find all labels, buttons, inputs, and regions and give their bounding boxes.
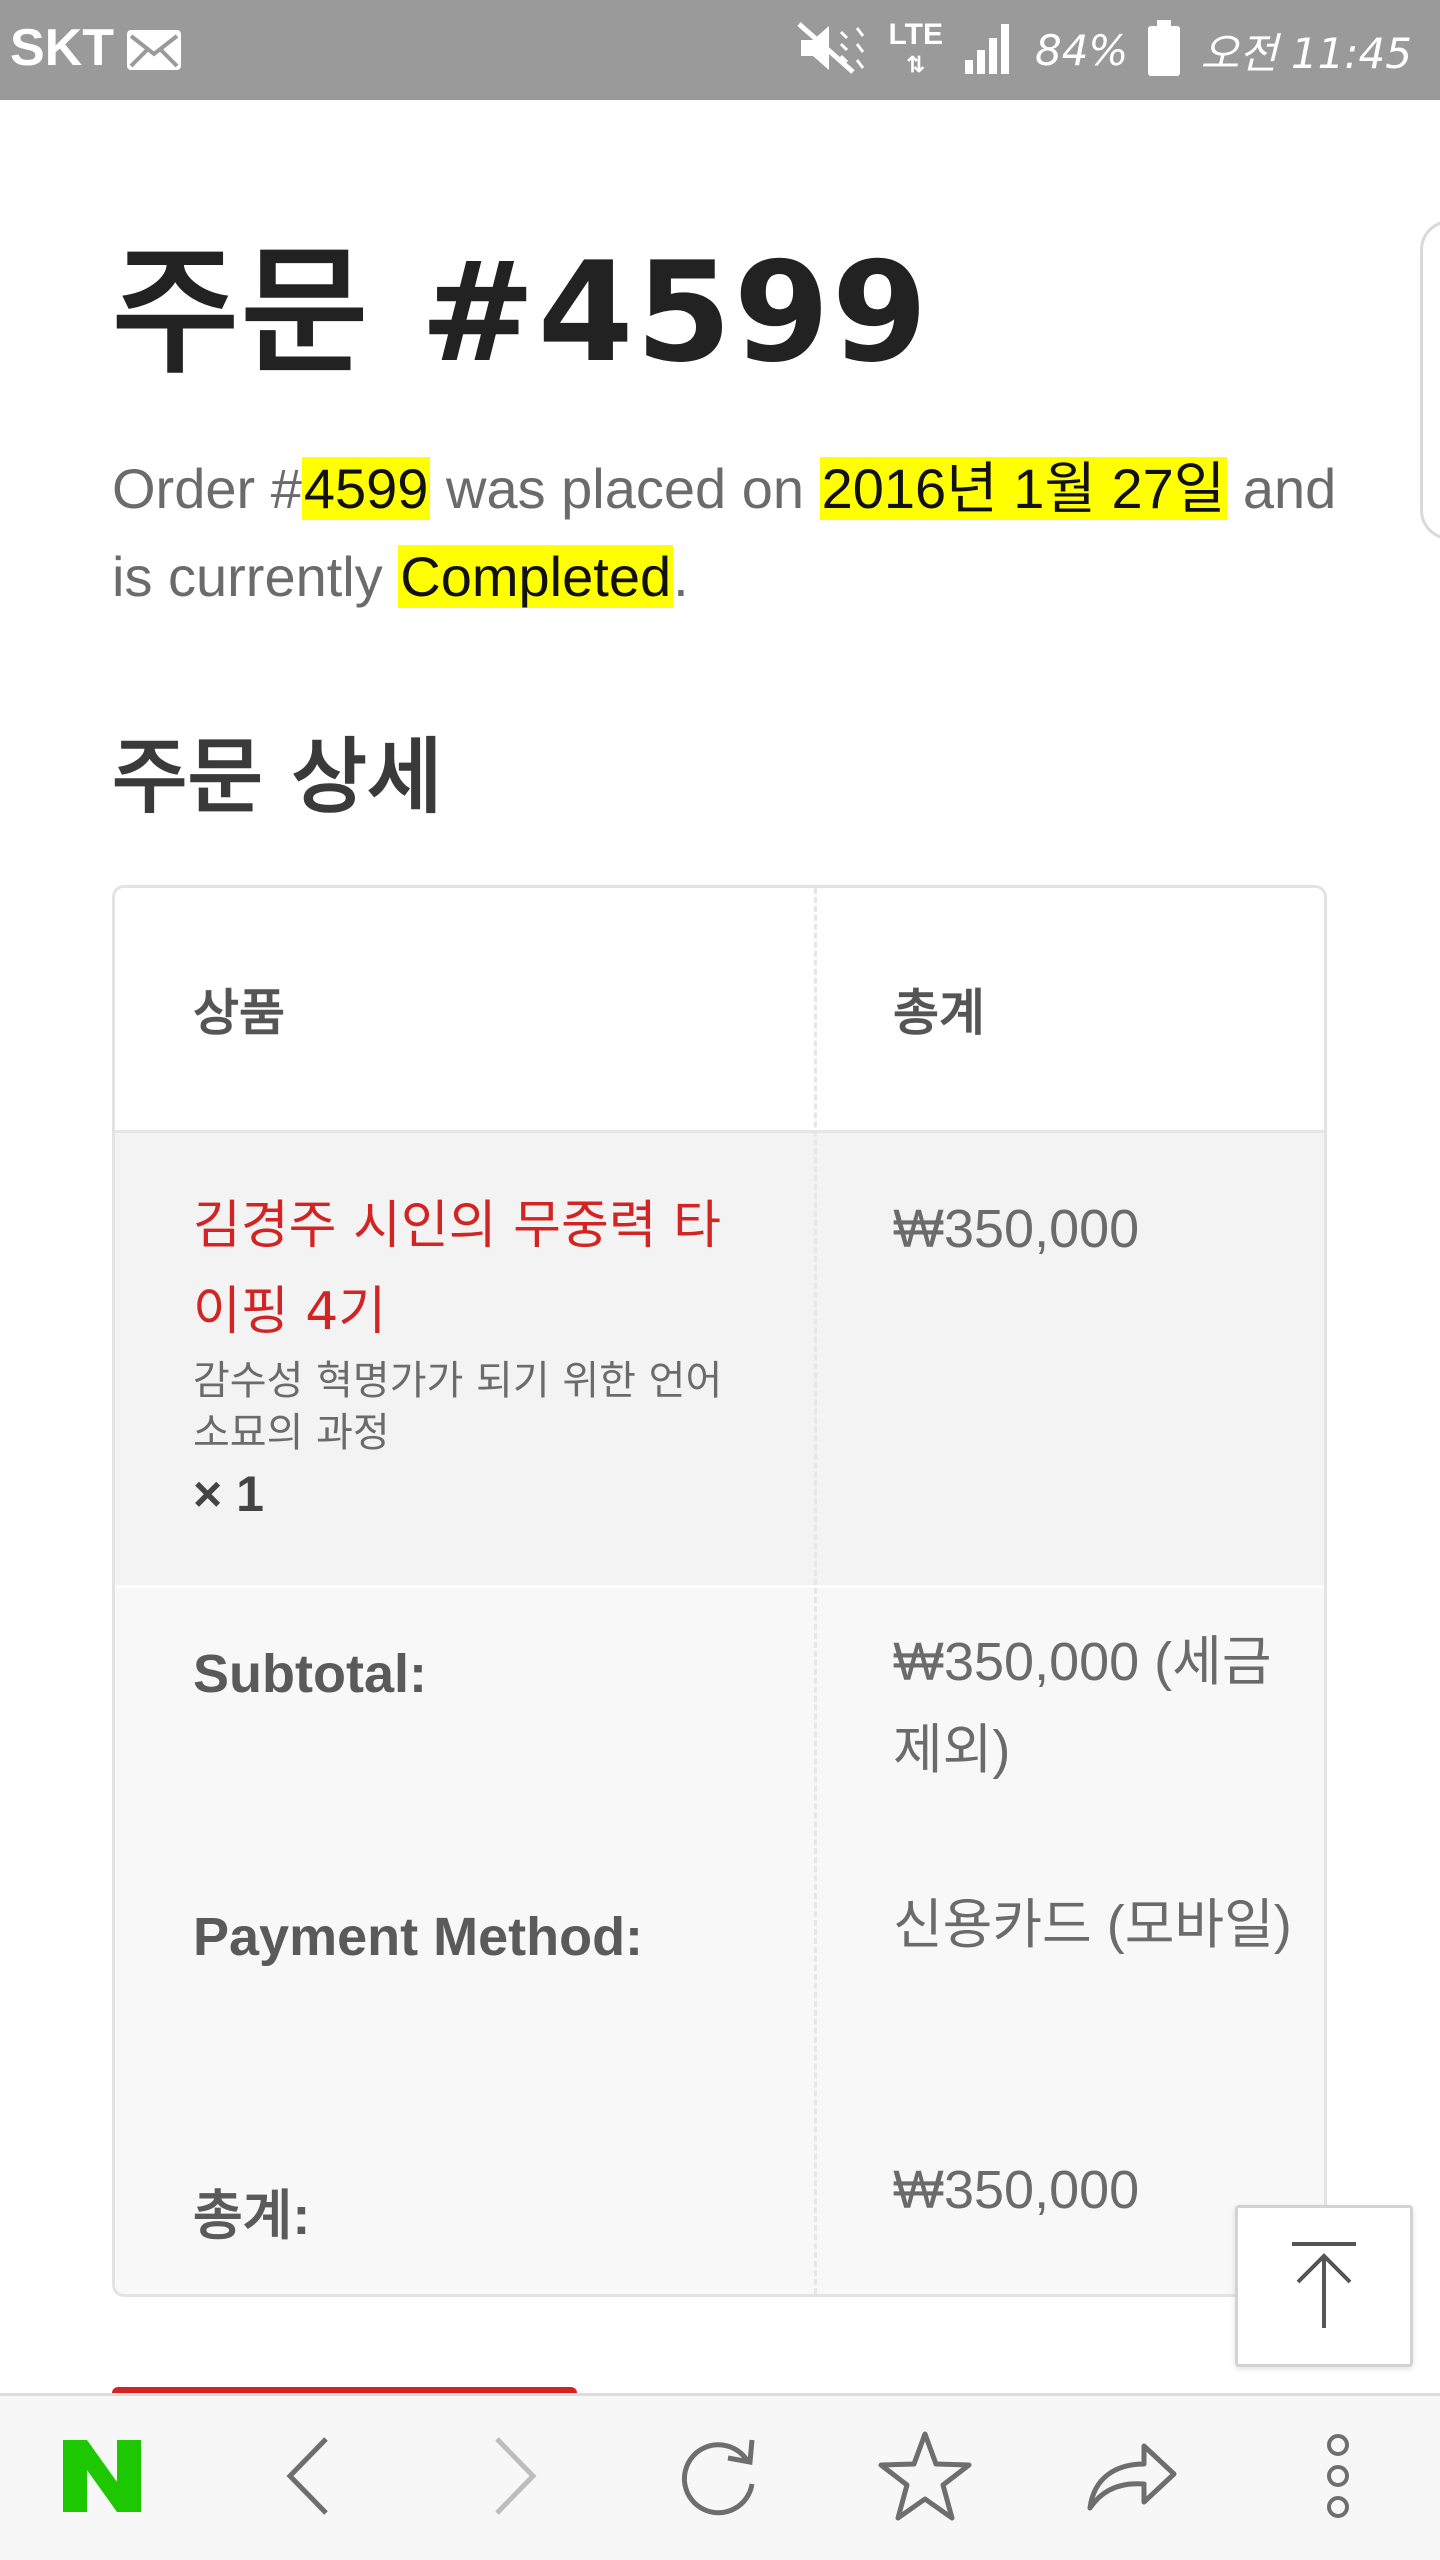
network-label: LTE	[888, 18, 943, 51]
chevron-left-icon	[286, 2437, 328, 2515]
subtotal-value: ₩350,000 (세금 제외)	[893, 1632, 1272, 1780]
mute-icon	[791, 18, 871, 82]
page-title: 주문 #4599	[112, 232, 930, 393]
more-vertical-icon	[1327, 2434, 1349, 2518]
scroll-to-top-button[interactable]	[1235, 2205, 1413, 2367]
payment-method-value: 신용카드 (모바일)	[893, 1895, 1292, 1955]
order-date-highlight: 2016년 1월 27일	[819, 457, 1228, 520]
order-status-note: Order #4599 was placed on 2016년 1월 27일 a…	[112, 445, 1352, 621]
grand-total-value: ₩350,000	[893, 2160, 1140, 2220]
payment-method-label: Payment Method:	[193, 1907, 644, 1967]
product-meta: 감수성 혁명가가 되기 위한 언어 소묘의 과정	[193, 1358, 723, 1456]
product-quantity: × 1	[193, 1466, 264, 1522]
grand-total-label: 총계:	[193, 2186, 311, 2246]
signal-icon	[961, 20, 1017, 80]
order-details-table: 상품 총계 김경주 시인의 무중력 타이핑 4기 감수성 혁명가가 되기 위한 …	[112, 885, 1327, 2297]
naver-home-button[interactable]	[42, 2416, 162, 2536]
table-header-row: 상품 총계	[115, 888, 1324, 1133]
page-content[interactable]: 주문 #4599 Order #4599 was placed on 2016년…	[0, 100, 1440, 2393]
order-status-highlight: Completed	[398, 545, 674, 608]
carrier-label: SKT	[10, 19, 114, 77]
note-end: .	[673, 545, 689, 608]
order-details-title: 주문 상세	[112, 730, 443, 825]
note-mid: was placed on	[430, 457, 820, 520]
column-header-product: 상품	[193, 984, 285, 1042]
column-divider	[814, 888, 817, 2294]
subtotal-label: Subtotal:	[193, 1644, 427, 1704]
browser-toolbar	[0, 2393, 1440, 2560]
bookmark-button[interactable]	[865, 2416, 985, 2536]
product-link[interactable]: 김경주 시인의 무중력 타이핑 4기	[193, 1183, 753, 1355]
table-row: 김경주 시인의 무중력 타이핑 4기 감수성 혁명가가 되기 위한 언어 소묘의…	[115, 1133, 1324, 1588]
table-footer: Subtotal: ₩350,000 (세금 제외) Payment Metho…	[115, 1588, 1324, 2294]
lte-data-icon: LTE ⇅	[888, 18, 943, 78]
product-total: ₩350,000	[893, 1199, 1140, 1259]
forward-button[interactable]	[455, 2416, 575, 2536]
star-icon	[878, 2431, 972, 2521]
mail-icon	[125, 28, 183, 76]
menu-button[interactable]	[1278, 2416, 1398, 2536]
battery-percent: 84%	[1034, 25, 1129, 75]
reload-icon	[681, 2439, 755, 2516]
chevron-right-icon	[495, 2437, 537, 2515]
arrow-up-icon	[1292, 2242, 1356, 2328]
battery-icon	[1146, 18, 1182, 82]
status-bar: SKT LTE ⇅ 84% 오전 11:45	[0, 0, 1440, 100]
share-arrow-icon	[1087, 2443, 1177, 2511]
clock: 오전 11:45	[1200, 28, 1412, 78]
back-button[interactable]	[248, 2416, 368, 2536]
side-panel-edge[interactable]	[1420, 220, 1440, 540]
order-number-highlight: 4599	[301, 457, 431, 520]
note-prefix: Order #	[112, 457, 302, 520]
naver-n-icon	[63, 2440, 141, 2512]
column-header-total: 총계	[893, 984, 985, 1042]
share-button[interactable]	[1072, 2416, 1192, 2536]
reload-button[interactable]	[658, 2416, 778, 2536]
